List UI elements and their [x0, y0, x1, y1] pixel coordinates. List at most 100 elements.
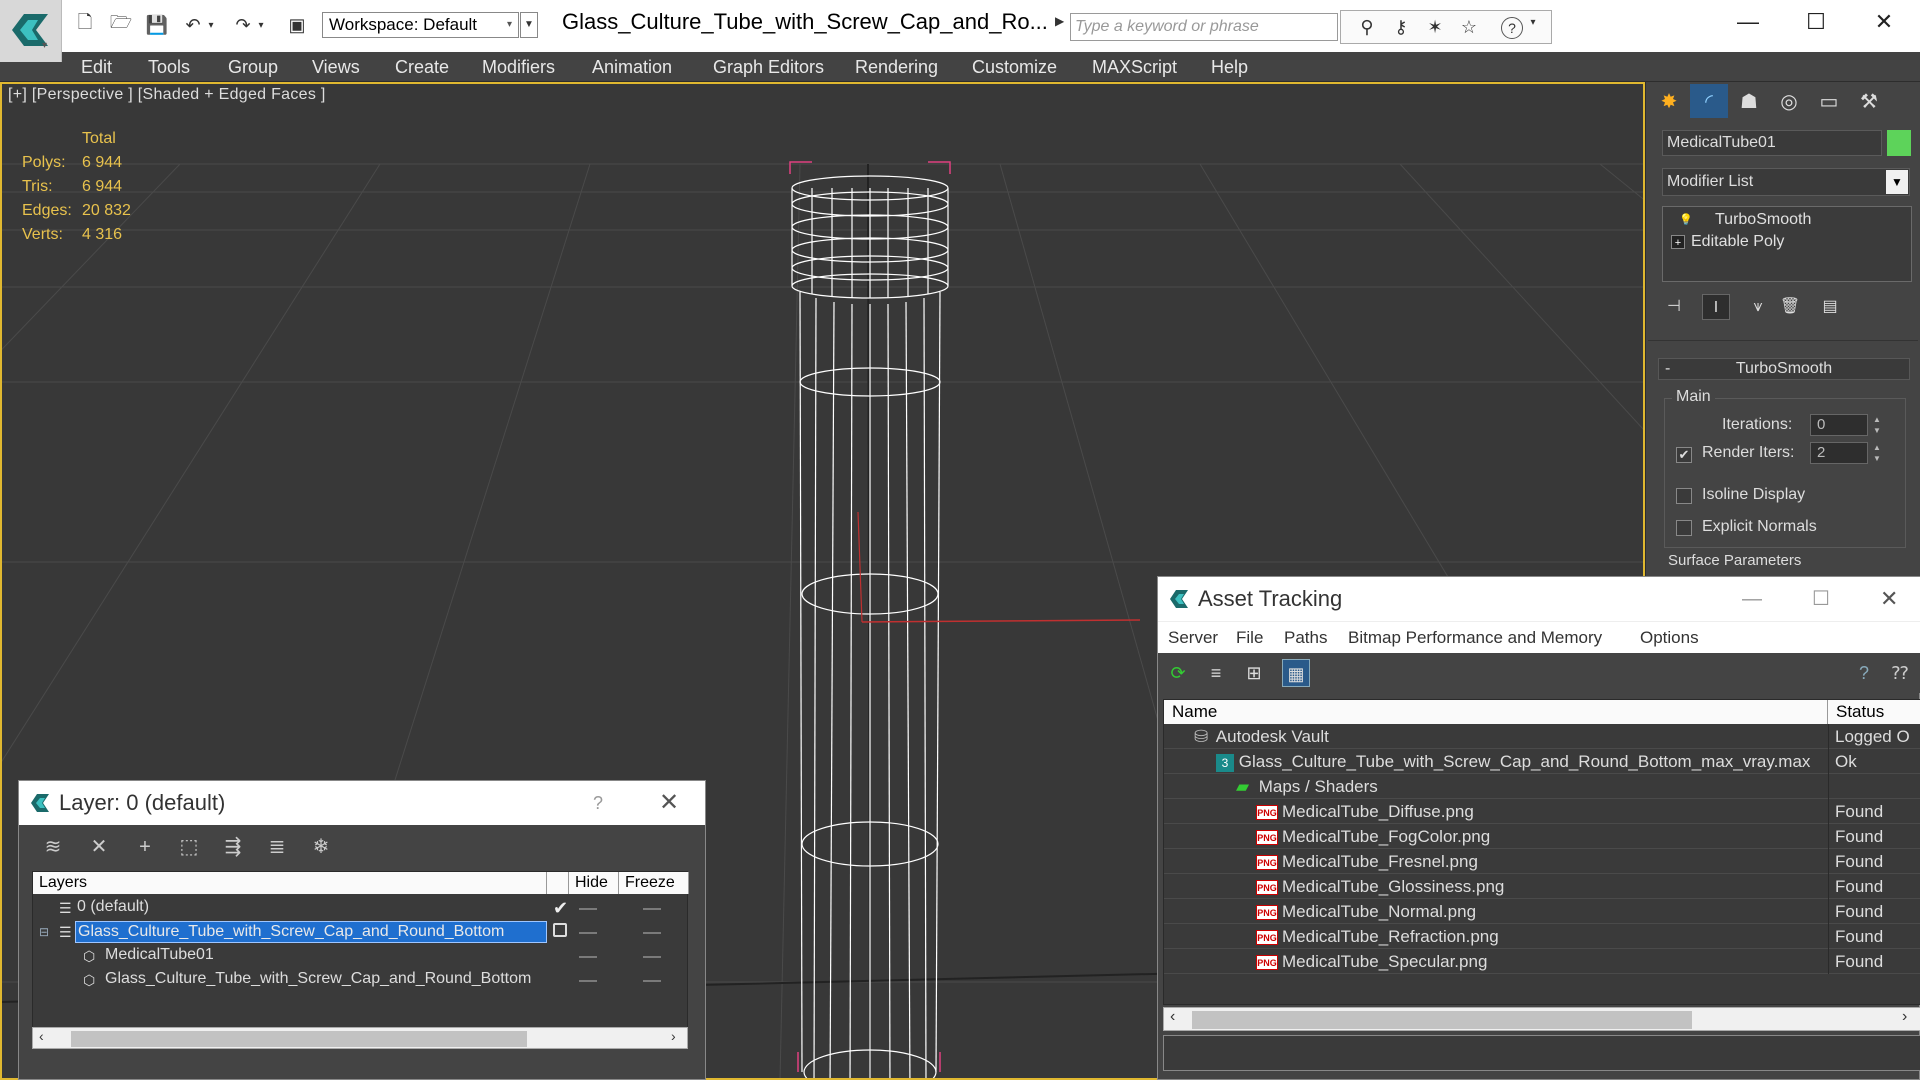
object-color-swatch[interactable] — [1887, 130, 1911, 156]
asset-row[interactable]: PNG MedicalTube_Glossiness.png Found — [1164, 874, 1920, 899]
asset-row[interactable]: PNG MedicalTube_Diffuse.png Found — [1164, 799, 1920, 824]
menu-rendering[interactable]: Rendering — [855, 52, 938, 82]
turbosmooth-rollout-header[interactable]: - TurboSmooth — [1658, 358, 1910, 380]
configure-modifier-sets-icon[interactable]: ▤ — [1816, 294, 1844, 320]
maximize-button[interactable]: ☐ — [1786, 6, 1846, 38]
minimize-button[interactable]: — — [1718, 6, 1778, 38]
redo-icon[interactable]: ↷ — [230, 12, 256, 38]
pin-stack-icon[interactable]: ⊣ — [1660, 294, 1688, 320]
key-icon[interactable]: ⚷ — [1389, 17, 1413, 39]
undo-dropdown-icon[interactable]: ▾ — [204, 12, 218, 38]
asset-dialog-titlebar[interactable]: Asset Tracking — ☐ ✕ — [1158, 577, 1920, 621]
open-file-icon[interactable]: 🗁 — [108, 12, 134, 38]
column-header-current[interactable] — [547, 872, 569, 894]
menu-server[interactable]: Server — [1168, 622, 1218, 654]
create-tab-icon[interactable]: ✸ — [1650, 84, 1688, 118]
make-current-icon[interactable] — [553, 923, 567, 937]
scrollbar-thumb[interactable] — [71, 1031, 527, 1047]
menu-views[interactable]: Views — [312, 52, 360, 82]
utilities-tab-icon[interactable]: ⚒ — [1850, 84, 1888, 118]
column-header-name[interactable]: Name — [1164, 700, 1828, 724]
satellite-icon[interactable]: ✶ — [1423, 17, 1447, 39]
menu-animation[interactable]: Animation — [592, 52, 672, 82]
modifier-list-select[interactable]: Modifier List ▼ — [1662, 168, 1910, 196]
maximize-button[interactable]: ☐ — [1812, 577, 1830, 621]
help-icon[interactable]: ? — [1850, 659, 1878, 687]
horizontal-scrollbar[interactable]: ‹ › — [1163, 1007, 1920, 1031]
hide-toggle[interactable] — [579, 956, 597, 958]
asset-row[interactable]: ▰ Maps / Shaders — [1164, 774, 1920, 799]
freeze-all-layers-icon[interactable]: ❄ — [307, 834, 335, 860]
menu-create[interactable]: Create — [395, 52, 449, 82]
hide-toggle[interactable] — [579, 908, 597, 910]
asset-row[interactable]: PNG MedicalTube_Normal.png Found — [1164, 899, 1920, 924]
menu-group[interactable]: Group — [228, 52, 278, 82]
table-view-icon[interactable]: ▦ — [1282, 659, 1310, 687]
minimize-button[interactable]: — — [1742, 577, 1762, 621]
scroll-left-icon[interactable]: ‹ — [1170, 1008, 1175, 1026]
render-iters-checkbox[interactable]: ✔ — [1676, 447, 1692, 463]
redo-dropdown-icon[interactable]: ▾ — [254, 12, 268, 38]
menu-bitmap-performance[interactable]: Bitmap Performance and Memory — [1348, 622, 1602, 654]
save-icon[interactable]: 💾 — [144, 12, 170, 38]
hide-toggle[interactable] — [579, 980, 597, 982]
lightbulb-icon[interactable]: 💡 — [1679, 213, 1693, 227]
list-view-icon[interactable]: ≡ — [1202, 659, 1230, 687]
search-expand-icon[interactable]: ▶ — [1055, 14, 1064, 28]
stack-item-editable-poly[interactable]: + Editable Poly — [1665, 231, 1909, 253]
freeze-toggle[interactable] — [643, 980, 661, 982]
scroll-left-icon[interactable]: ‹ — [39, 1028, 44, 1044]
column-header-freeze[interactable]: Freeze — [619, 872, 689, 894]
hide-toggle[interactable] — [579, 932, 597, 934]
modify-tab-icon[interactable]: ◜ — [1690, 84, 1728, 118]
menu-modifiers[interactable]: Modifiers — [482, 52, 555, 82]
menu-file[interactable]: File — [1236, 622, 1263, 654]
display-tab-icon[interactable]: ▭ — [1810, 84, 1848, 118]
render-iters-spinner[interactable]: 2 — [1810, 442, 1868, 464]
asset-row[interactable]: ⛁ Autodesk Vault Logged O — [1164, 724, 1920, 749]
isoline-display-checkbox[interactable] — [1676, 488, 1692, 504]
spinner-arrows-icon[interactable]: ▲ ▼ — [1870, 442, 1884, 464]
menu-tools[interactable]: Tools — [148, 52, 190, 82]
tree-view-icon[interactable]: ⊞ — [1240, 659, 1268, 687]
delete-layer-icon[interactable]: ✕ — [85, 834, 113, 860]
close-button[interactable]: ✕ — [1854, 6, 1914, 38]
highlight-selected-icon[interactable]: ⇶ — [219, 834, 247, 860]
new-layer-icon[interactable]: ≋ — [39, 834, 67, 860]
help-icon[interactable]: ? — [1501, 17, 1523, 39]
workspace-menu-button[interactable]: ▼ — [520, 12, 538, 38]
freeze-toggle[interactable] — [643, 956, 661, 958]
search-input[interactable]: Type a keyword or phrase — [1070, 13, 1338, 41]
spinner-arrows-icon[interactable]: ▲ ▼ — [1870, 414, 1884, 436]
asset-row[interactable]: PNG MedicalTube_Refraction.png Found — [1164, 924, 1920, 949]
column-header-layers[interactable]: Layers — [33, 872, 547, 894]
freeze-toggle[interactable] — [643, 908, 661, 910]
horizontal-scrollbar[interactable]: ‹ › — [32, 1027, 688, 1049]
expand-plus-icon[interactable]: + — [1671, 235, 1685, 249]
add-to-layer-icon[interactable]: + — [131, 834, 159, 860]
scrollbar-thumb[interactable] — [1192, 1011, 1692, 1029]
help-dropdown-icon[interactable]: ▾ — [1527, 17, 1539, 39]
layer-dialog-titlebar[interactable]: Layer: 0 (default) ? ✕ — [19, 781, 705, 825]
layer-row[interactable]: ⬡ Glass_Culture_Tube_with_Screw_Cap_and_… — [35, 968, 685, 992]
undo-icon[interactable]: ↶ — [180, 12, 206, 38]
binoculars-icon[interactable]: ⚲ — [1355, 17, 1379, 39]
show-end-result-icon[interactable]: I — [1702, 294, 1730, 320]
project-folder-icon[interactable]: ▣ — [284, 12, 310, 38]
object-name-field[interactable]: MedicalTube01 — [1662, 130, 1882, 156]
app-logo-icon[interactable]: ▾ — [0, 0, 62, 62]
menu-edit[interactable]: Edit — [81, 52, 112, 82]
layer-row[interactable]: ☰ 0 (default) ✔ — [35, 896, 685, 920]
column-header-status[interactable]: Status — [1828, 700, 1920, 724]
menu-options[interactable]: Options — [1640, 622, 1699, 654]
current-layer-check-icon[interactable]: ✔ — [553, 896, 568, 920]
motion-tab-icon[interactable]: ◎ — [1770, 84, 1808, 118]
refresh-icon[interactable]: ⟳ — [1164, 659, 1192, 687]
hierarchy-tab-icon[interactable]: ☗ — [1730, 84, 1768, 118]
asset-row[interactable]: PNG MedicalTube_Specular.png Found — [1164, 949, 1920, 974]
menu-customize[interactable]: Customize — [972, 52, 1057, 82]
help-button[interactable]: ? — [593, 781, 603, 825]
collapse-minus-icon[interactable]: ⊟ — [39, 920, 49, 944]
menu-graph-editors[interactable]: Graph Editors — [713, 52, 824, 82]
favorites-star-icon[interactable]: ☆ — [1457, 17, 1481, 39]
